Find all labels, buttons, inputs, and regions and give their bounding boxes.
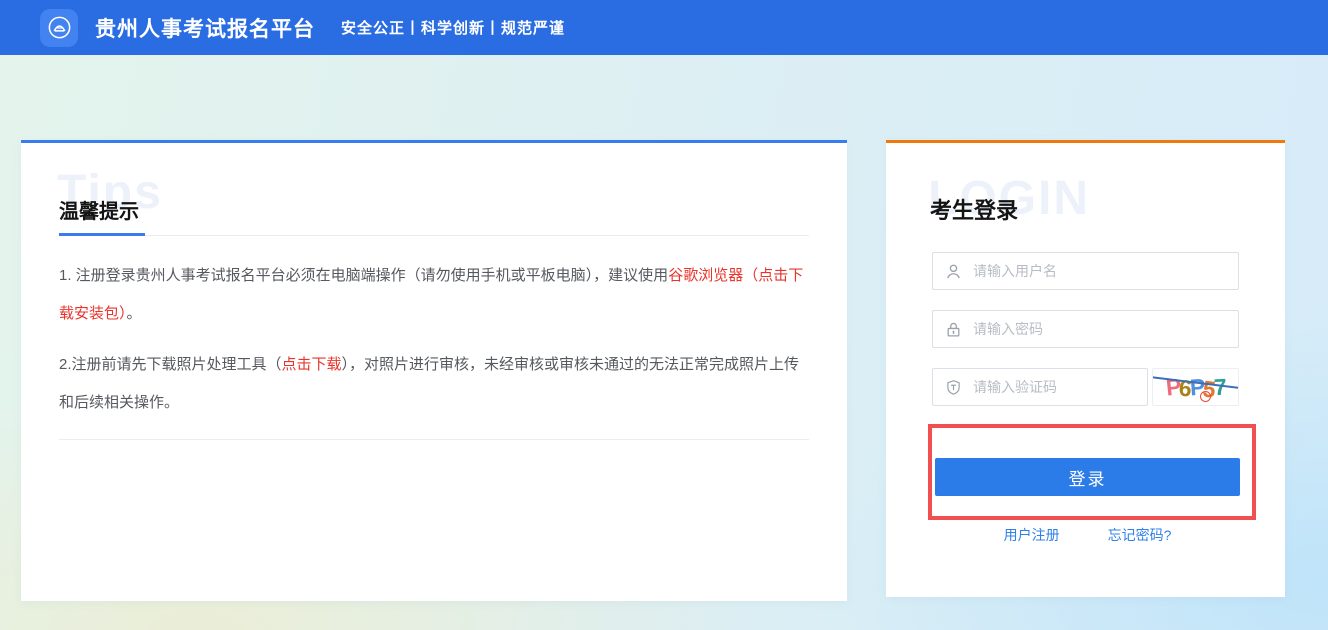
tip-item-1: 1. 注册登录贵州人事考试报名平台必须在电脑端操作（请勿使用手机或平板电脑），建… xyxy=(59,257,811,333)
captcha-noise-circle xyxy=(1200,391,1211,402)
password-input[interactable] xyxy=(973,321,1226,337)
user-icon xyxy=(945,263,962,280)
register-link[interactable]: 用户注册 xyxy=(1004,525,1060,545)
tip-item-2: 2.注册前请先下载照片处理工具（点击下载），对照片进行审核，未经审核或审核未通过… xyxy=(59,346,811,422)
lock-icon xyxy=(945,321,962,338)
tip2-text: 2.注册前请先下载照片处理工具（ xyxy=(59,356,282,373)
top-header-bar: 贵州人事考试报名平台 安全公正丨科学创新丨规范严谨 xyxy=(0,0,1328,55)
captcha-field[interactable] xyxy=(932,368,1148,406)
tips-heading-underline xyxy=(59,233,809,236)
password-field[interactable] xyxy=(932,310,1239,348)
login-links-row: 用户注册 忘记密码? xyxy=(935,525,1240,545)
tip1-text-end: 。 xyxy=(126,305,142,322)
tips-heading-underline-accent xyxy=(59,233,145,236)
photo-tool-download-link[interactable]: 点击下载 xyxy=(282,356,342,373)
site-title: 贵州人事考试报名平台 xyxy=(95,17,315,41)
shield-captcha-icon xyxy=(945,379,962,396)
tips-panel: Tips 温馨提示 1. 注册登录贵州人事考试报名平台必须在电脑端操作（请勿使用… xyxy=(21,140,847,601)
tips-heading: 温馨提示 xyxy=(59,201,139,223)
emblem-icon xyxy=(46,14,73,41)
chrome-browser-link[interactable]: 谷歌浏览器 xyxy=(668,267,743,284)
username-input[interactable] xyxy=(973,263,1226,279)
login-heading: 考生登录 xyxy=(930,198,1019,223)
username-field[interactable] xyxy=(932,252,1239,290)
tips-divider xyxy=(59,439,809,440)
site-slogan: 安全公正丨科学创新丨规范严谨 xyxy=(341,20,566,37)
exam-registration-login-page: { "header": { "title": "贵州人事考试报名平台", "sl… xyxy=(0,0,1328,630)
login-button[interactable]: 登录 xyxy=(935,458,1240,496)
site-logo xyxy=(40,8,78,47)
tip1-text: 1. 注册登录贵州人事考试报名平台必须在电脑端操作（请勿使用手机或平板电脑），建… xyxy=(59,267,669,284)
login-panel: LOGIN 考生登录 请输入用户名 请输入验证码 P 6 P 5 登录 用户注册… xyxy=(886,140,1285,597)
forgot-password-link[interactable]: 忘记密码? xyxy=(1108,525,1172,545)
captcha-input[interactable] xyxy=(973,379,1135,395)
captcha-image[interactable]: P6P57 xyxy=(1152,368,1239,406)
